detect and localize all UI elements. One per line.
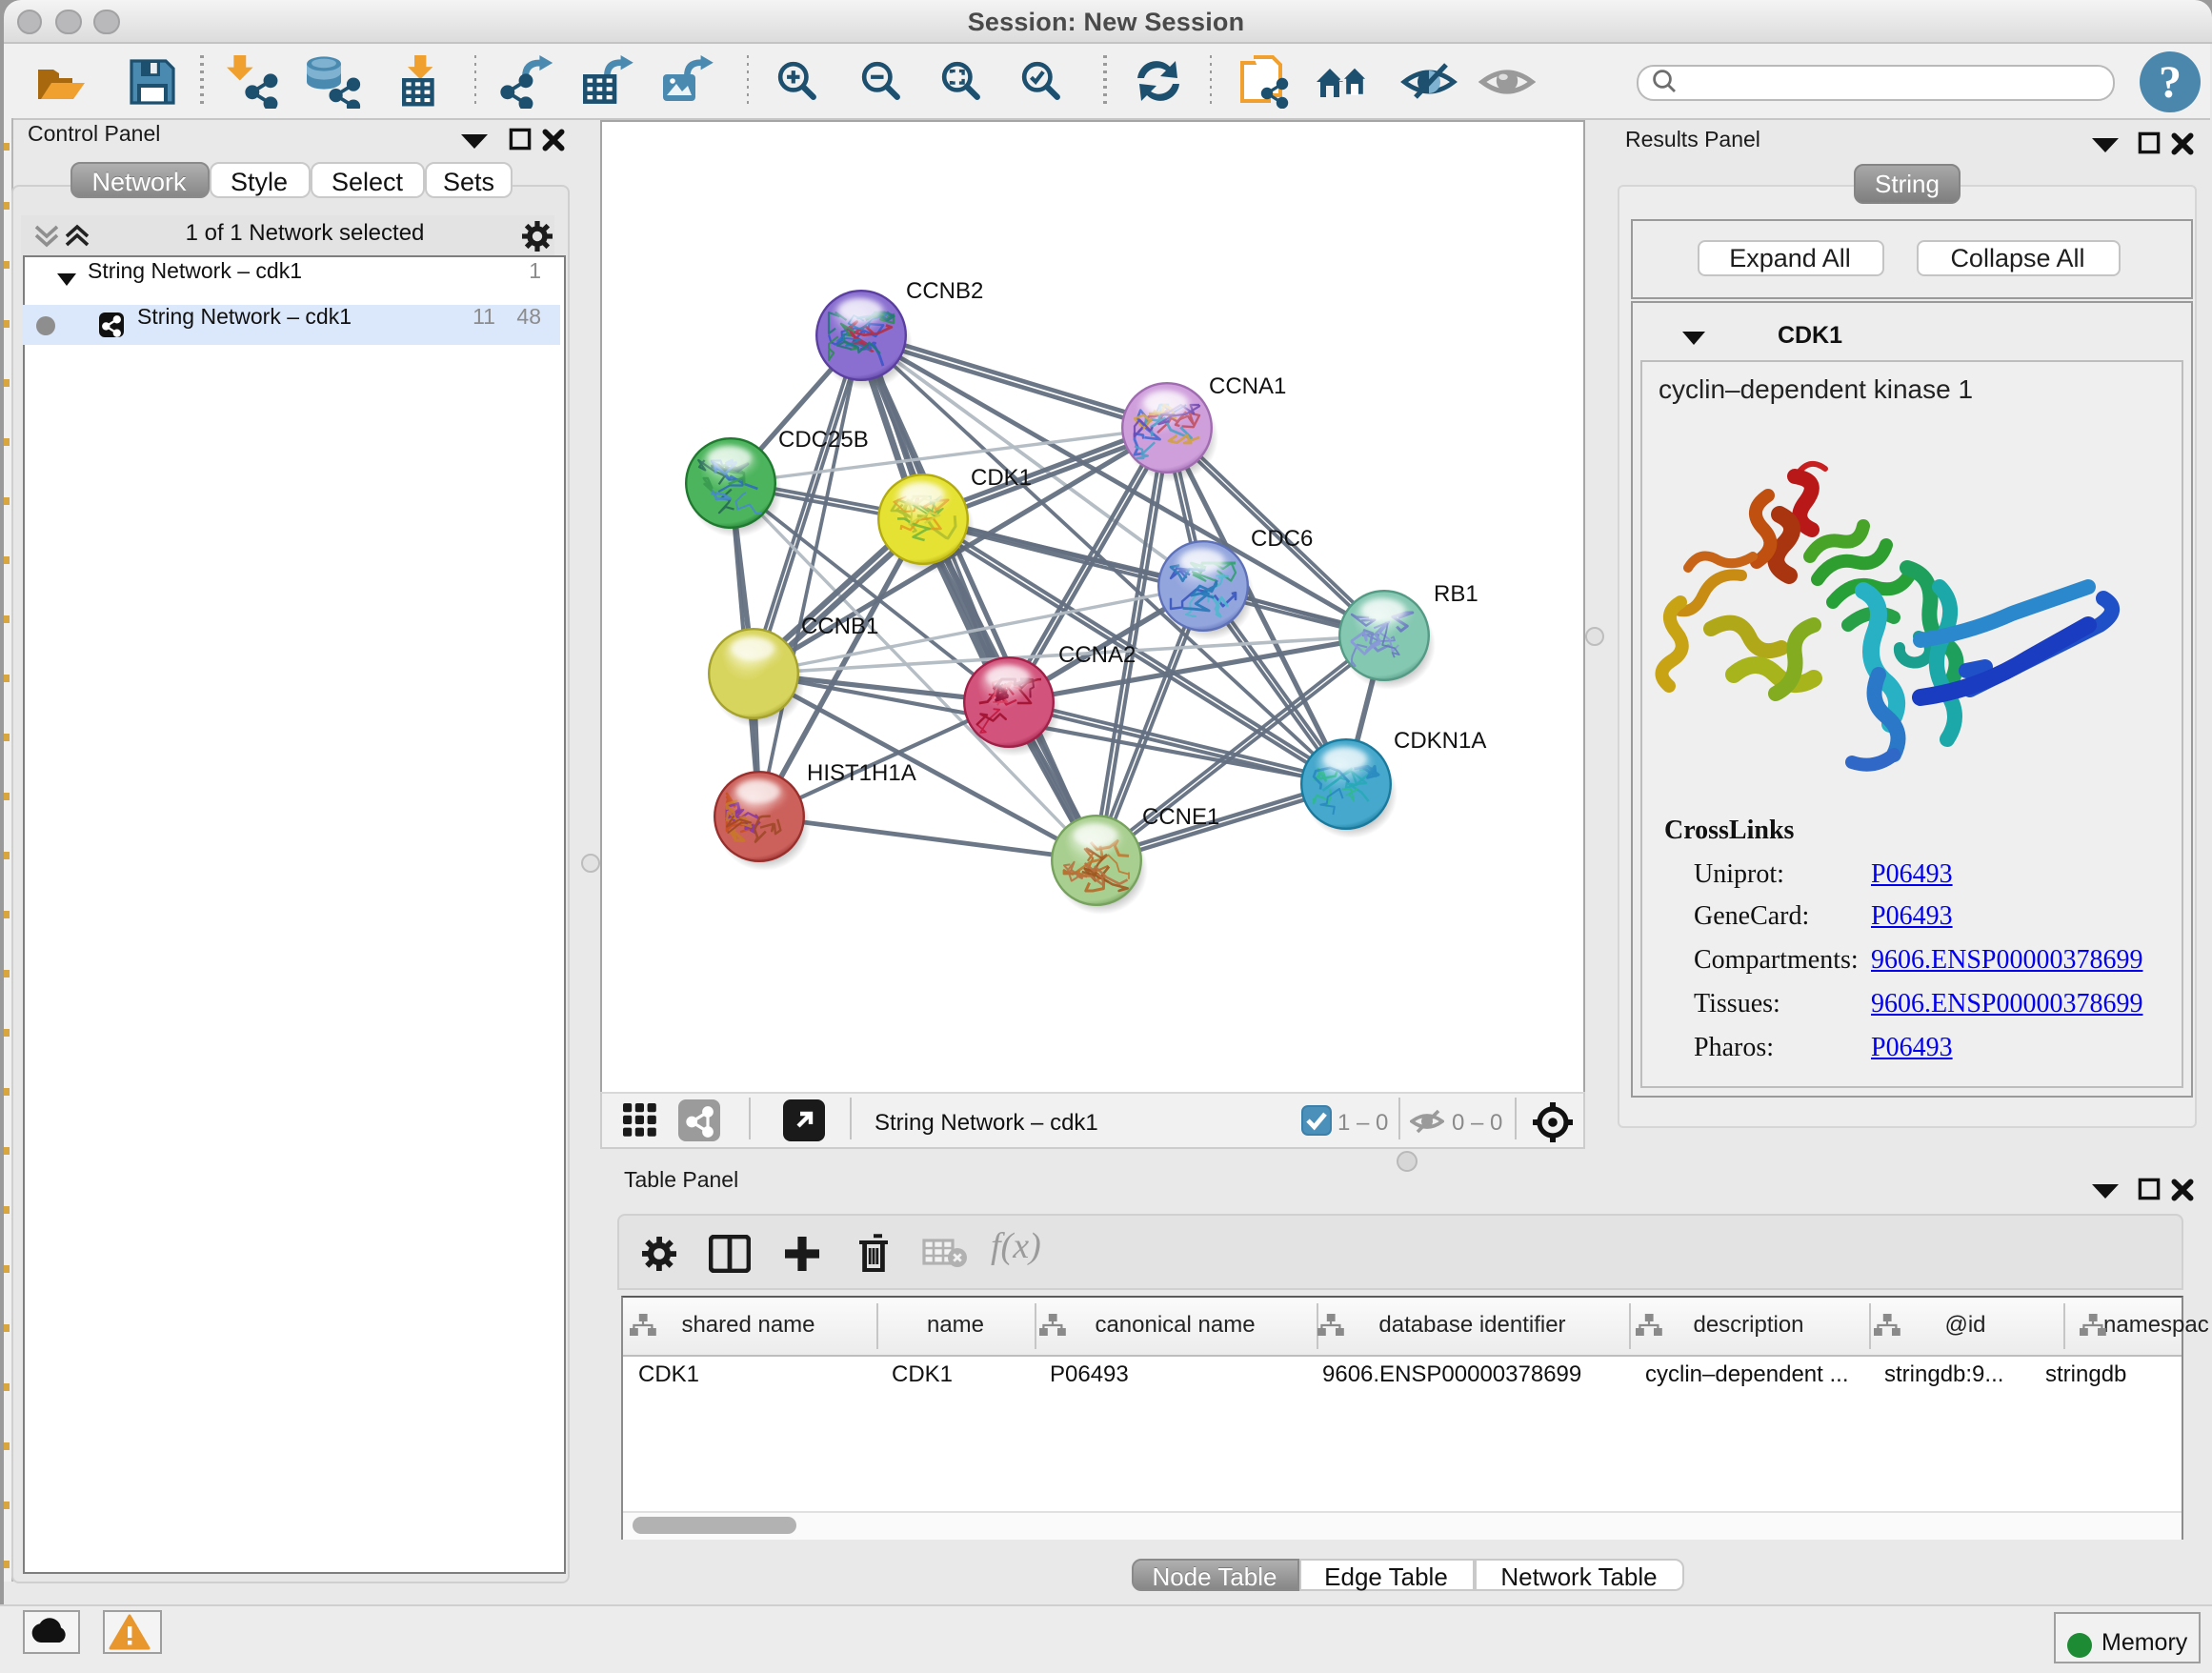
svg-text:CCNA1: CCNA1 [1208,373,1285,398]
svg-text:CCNB1: CCNB1 [800,613,877,638]
svg-text:HIST1H1A: HIST1H1A [806,759,915,785]
svg-text:CDC25B: CDC25B [777,426,868,452]
svg-text:CDK1: CDK1 [970,464,1031,490]
svg-text:CDKN1A: CDKN1A [1393,727,1485,753]
svg-text:RB1: RB1 [1433,580,1478,606]
svg-text:CCNE1: CCNE1 [1141,803,1218,829]
svg-text:CCNB2: CCNB2 [905,277,982,303]
svg-text:CDC6: CDC6 [1250,525,1312,551]
svg-text:CCNA2: CCNA2 [1057,641,1135,667]
svg-text:?: ? [2158,57,2181,108]
